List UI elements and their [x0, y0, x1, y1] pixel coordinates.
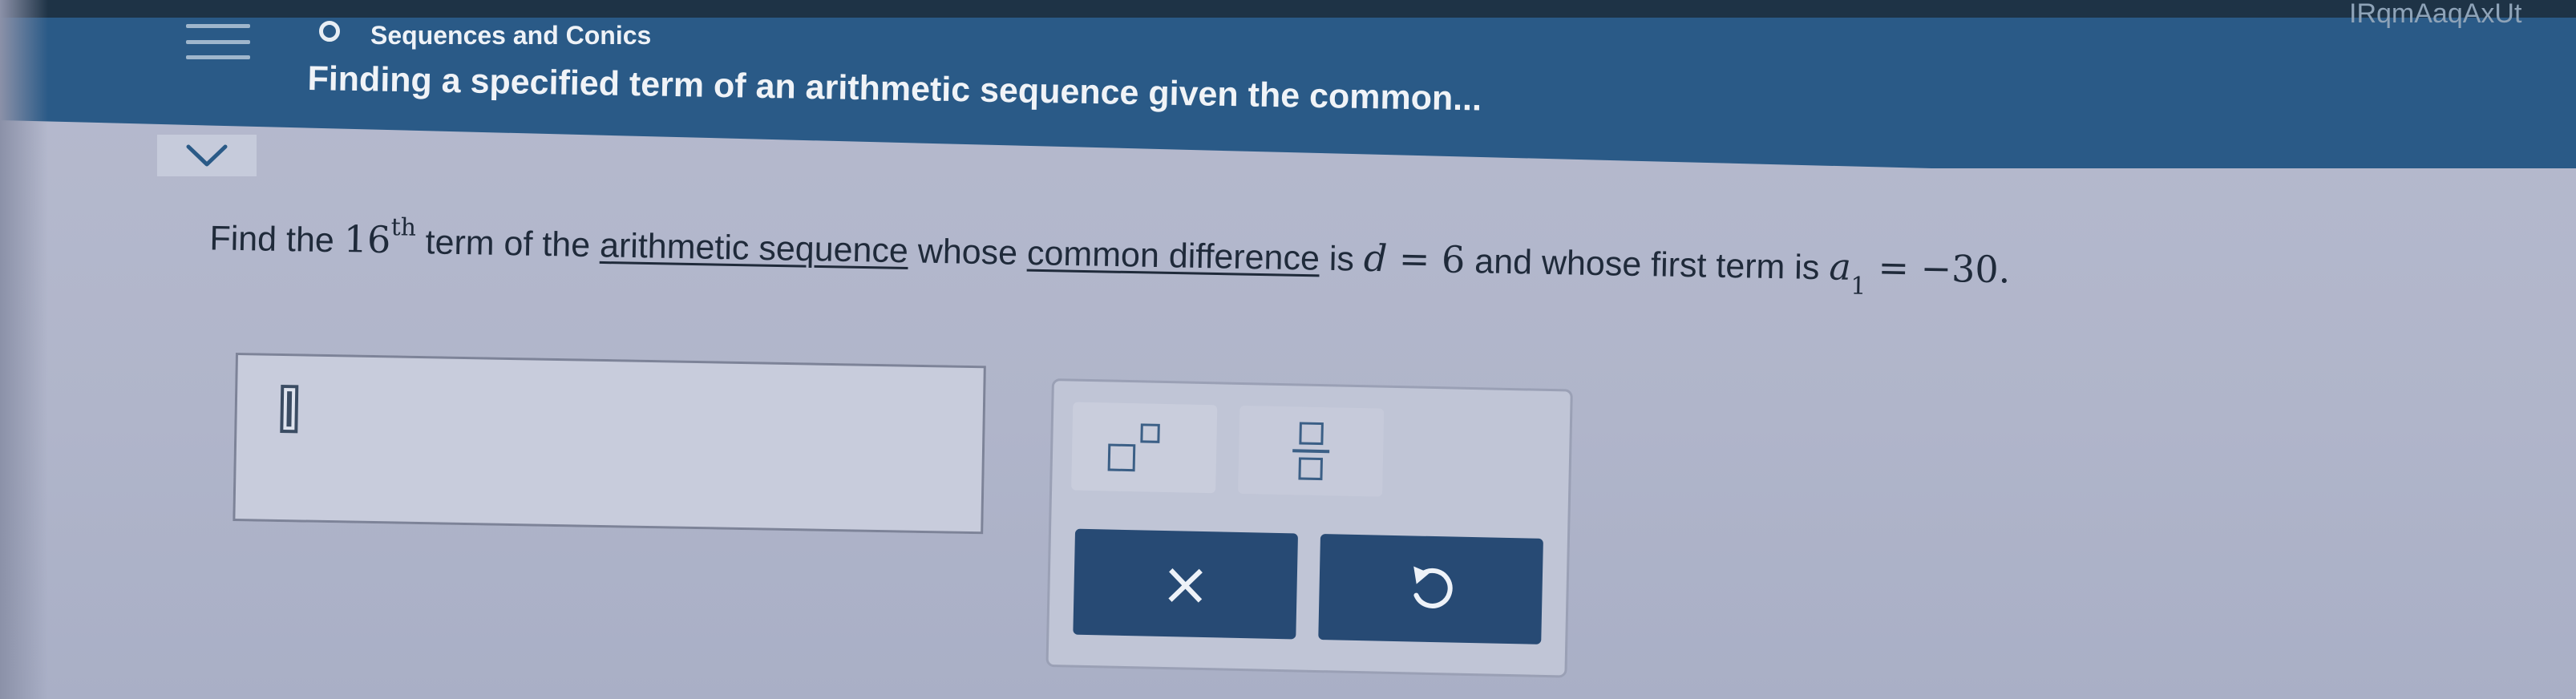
undo-button[interactable]: [1318, 534, 1543, 644]
topic-title: Sequences and Conics: [370, 21, 652, 50]
exponent-button[interactable]: [1071, 402, 1218, 494]
a-variable: a: [1828, 244, 1852, 289]
clear-button[interactable]: ×: [1073, 528, 1299, 640]
a-subscript: 1: [1850, 272, 1866, 301]
term-suffix: th: [390, 213, 417, 242]
term-number: 16th: [343, 213, 417, 262]
expand-button[interactable]: [157, 135, 257, 176]
input-cursor: [280, 384, 299, 434]
d-value: 6: [1441, 237, 1466, 282]
header-top-strip: [0, 0, 2576, 18]
d-equals: =: [1386, 236, 1442, 281]
hamburger-menu-icon[interactable]: [186, 24, 250, 59]
common-difference-link[interactable]: common difference: [1027, 234, 1320, 278]
a-value: −30.: [1920, 246, 2011, 292]
progress-circle-icon: [319, 21, 340, 42]
arithmetic-sequence-link[interactable]: arithmetic sequence: [600, 226, 909, 270]
fraction-button[interactable]: [1238, 405, 1385, 497]
page: IRqmAaqAxUt Sequences and Conics Finding…: [0, 0, 2576, 699]
undo-icon: [1413, 566, 1453, 608]
close-icon: ×: [1159, 548, 1211, 620]
superscript-template-icon: [1107, 422, 1181, 472]
question-text-part1: term of the: [425, 223, 591, 265]
chevron-down-icon: [186, 144, 228, 167]
answer-input[interactable]: [233, 353, 986, 535]
header-top-right-text: IRqmAaqAxUt: [2349, 0, 2522, 29]
math-keypad: ×: [1045, 378, 1573, 678]
fraction-template-icon: [1292, 422, 1330, 481]
question-text-part3: and whose first term is: [1474, 242, 1820, 288]
question-text-is: is: [1328, 239, 1355, 279]
d-variable: d: [1363, 236, 1388, 281]
left-edge-shadow: [0, 0, 48, 699]
question-text: Find the 16th term of the arithmetic seq…: [209, 213, 2011, 301]
question-prefix: Find the: [209, 219, 335, 261]
a-equals: =: [1866, 245, 1922, 290]
question-text-part2: whose: [917, 232, 1018, 273]
